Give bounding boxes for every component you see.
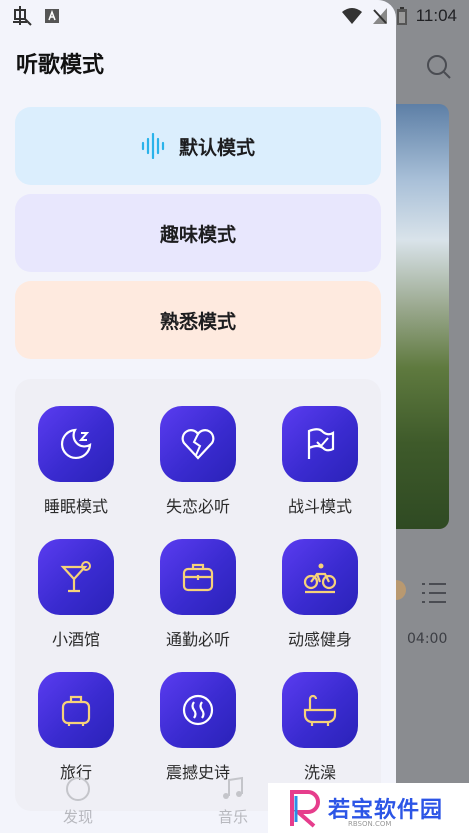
background-duration: 04:00: [407, 631, 448, 647]
mode-familiar-label: 熟悉模式: [159, 310, 236, 333]
scene-tile: [38, 539, 114, 615]
scene-sleep[interactable]: 睡眠模式: [21, 406, 131, 517]
watermark-logo-icon: [290, 790, 320, 828]
scene-battle[interactable]: 战斗模式: [265, 406, 375, 517]
mode-familiar-button[interactable]: 熟悉模式: [15, 281, 381, 359]
scene-tile: [38, 672, 114, 748]
keyboard-a-icon: [45, 9, 59, 23]
nav-discover-label: 发现: [62, 808, 93, 826]
mode-default-label: 默认模式: [178, 136, 255, 159]
scene-label: 战斗模式: [287, 497, 352, 516]
listening-mode-drawer: 11:04 听歌模式 默认模式 趣味模式 熟悉模式 睡眠模式 失恋必听 战斗模式…: [0, 0, 457, 833]
scene-tile: [160, 672, 236, 748]
scene-tile: [282, 406, 358, 482]
scene-label: 失恋必听: [165, 497, 230, 516]
broken-heart-icon: [181, 429, 215, 460]
scene-tile: [160, 406, 236, 482]
scene-heartbreak[interactable]: 失恋必听: [143, 406, 253, 517]
nav-music-label: 音乐: [217, 808, 248, 826]
scene-tile: [282, 539, 358, 615]
mode-fun-label: 趣味模式: [159, 223, 236, 246]
scene-label: 动感健身: [287, 630, 352, 649]
scene-bath[interactable]: 洗澡: [265, 672, 375, 783]
no-signal-icon: [372, 8, 387, 24]
music-note-icon: [223, 776, 243, 799]
compass-icon: [66, 777, 90, 801]
sound-wave-icon: [141, 133, 165, 159]
cocktail-icon: [60, 561, 91, 593]
watermark-subtext: RBSON.COM: [348, 820, 392, 828]
luggage-icon: [61, 695, 91, 726]
moon-icon: [60, 428, 92, 460]
scene-label: 通勤必听: [165, 630, 230, 649]
nav-discover[interactable]: 发现: [48, 776, 108, 827]
scene-commute[interactable]: 通勤必听: [143, 539, 253, 650]
battery-icon: [396, 7, 407, 25]
scene-fitness[interactable]: 动感健身: [265, 539, 375, 650]
briefcase-icon: [182, 563, 214, 592]
vibration-icon: [182, 694, 214, 726]
scene-tile: [160, 539, 236, 615]
background-album-art: [392, 104, 449, 529]
scene-label: 小酒馆: [51, 630, 100, 649]
app-notification-icon: [13, 6, 32, 26]
search-icon[interactable]: [426, 54, 452, 80]
mode-default-button[interactable]: 默认模式: [15, 107, 381, 185]
scene-epic[interactable]: 震撼史诗: [143, 672, 253, 783]
scene-tile: [38, 406, 114, 482]
scene-panel: 睡眠模式 失恋必听 战斗模式 小酒馆 通勤必听 动感健身 旅行 震撼史诗 洗澡: [15, 379, 381, 811]
drawer-title: 听歌模式: [16, 53, 105, 78]
playlist-icon[interactable]: [420, 580, 448, 606]
scene-tavern[interactable]: 小酒馆: [21, 539, 131, 650]
bicycle-icon: [303, 563, 337, 594]
scene-tile: [282, 672, 358, 748]
watermark: 若宝软件园 RBSON.COM: [268, 783, 469, 833]
mode-fun-button[interactable]: 趣味模式: [15, 194, 381, 272]
scene-label: 睡眠模式: [43, 497, 108, 516]
status-bar: 11:04: [0, 0, 469, 34]
bathtub-icon: [303, 694, 337, 726]
wifi-icon: [341, 8, 362, 24]
flag-icon: [307, 428, 335, 459]
nav-music[interactable]: 音乐: [203, 776, 263, 827]
status-time: 11:04: [415, 6, 457, 25]
scene-travel[interactable]: 旅行: [21, 672, 131, 783]
